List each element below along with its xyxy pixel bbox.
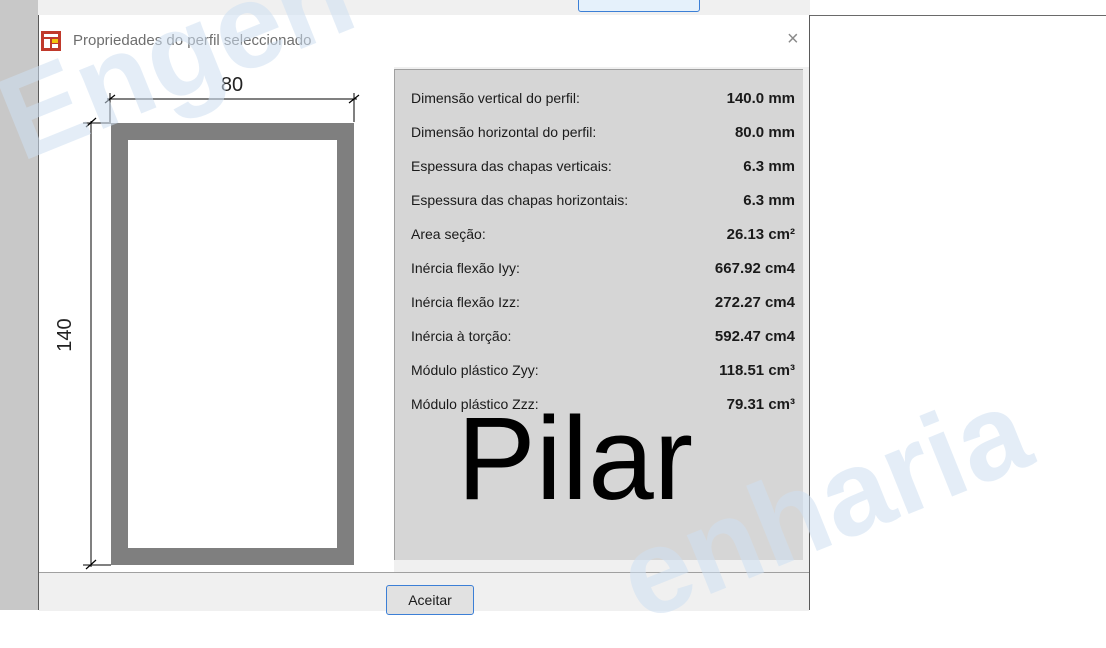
- prop-value: 118.51 cm³: [719, 362, 795, 379]
- background-top-bar: [38, 0, 810, 16]
- prop-value: 26.13 cm²: [726, 226, 795, 243]
- prop-label: Inércia flexão Iyy:: [411, 260, 520, 276]
- background-top-button[interactable]: [578, 0, 700, 12]
- profile-drawing-area: 80 140: [39, 67, 394, 572]
- properties-panel: Dimensão vertical do perfil: 140.0 mm Di…: [394, 69, 803, 560]
- element-type-label: Pilar: [457, 393, 694, 525]
- height-dimension-label: 140: [54, 318, 76, 351]
- prop-row-torsion-inertia: Inércia à torção: 592.47 cm4: [411, 328, 795, 348]
- prop-value: 6.3 mm: [743, 158, 795, 175]
- prop-value: 140.0 mm: [726, 90, 795, 107]
- background-top-right: [810, 0, 1106, 16]
- prop-row-inertia-izz: Inércia flexão Izz: 272.27 cm4: [411, 294, 795, 314]
- prop-label: Espessura das chapas horizontais:: [411, 192, 629, 208]
- accept-button[interactable]: Aceitar: [386, 585, 474, 615]
- prop-label: Inércia à torção:: [411, 328, 512, 344]
- dialog-titlebar: Propriedades do perfil seleccionado ×: [39, 15, 809, 67]
- prop-label: Dimensão horizontal do perfil:: [411, 124, 597, 140]
- prop-row-horizontal-plate-thickness: Espessura das chapas horizontais: 6.3 mm: [411, 192, 795, 212]
- prop-row-horizontal-dimension: Dimensão horizontal do perfil: 80.0 mm: [411, 124, 795, 144]
- prop-row-vertical-plate-thickness: Espessura das chapas verticais: 6.3 mm: [411, 158, 795, 178]
- prop-value: 592.47 cm4: [714, 328, 795, 345]
- profile-inner-void: [128, 140, 337, 548]
- prop-label: Espessura das chapas verticais:: [411, 158, 612, 174]
- dialog-footer: Aceitar: [39, 572, 809, 615]
- prop-value: 79.31 cm³: [726, 396, 795, 413]
- app-icon: [41, 31, 61, 51]
- prop-value: 272.27 cm4: [714, 294, 795, 311]
- prop-value: 667.92 cm4: [714, 260, 795, 277]
- prop-label: Módulo plástico Zyy:: [411, 362, 539, 378]
- prop-row-plastic-modulus-zyy: Módulo plástico Zyy: 118.51 cm³: [411, 362, 795, 382]
- close-icon[interactable]: ×: [787, 29, 799, 49]
- profile-section-drawing: 80 140: [54, 74, 360, 570]
- prop-label: Inércia flexão Izz:: [411, 294, 520, 310]
- background-left-strip: [0, 0, 38, 610]
- profile-properties-dialog: Propriedades do perfil seleccionado × 80…: [38, 15, 810, 615]
- prop-row-inertia-iyy: Inércia flexão Iyy: 667.92 cm4: [411, 260, 795, 280]
- prop-row-section-area: Area seção: 26.13 cm²: [411, 226, 795, 246]
- prop-value: 80.0 mm: [734, 124, 795, 141]
- width-dimension-label: 80: [221, 74, 243, 96]
- prop-value: 6.3 mm: [743, 192, 795, 209]
- prop-label: Area seção:: [411, 226, 486, 242]
- prop-label: Dimensão vertical do perfil:: [411, 90, 580, 106]
- dialog-title: Propriedades do perfil seleccionado: [73, 32, 312, 49]
- prop-row-vertical-dimension: Dimensão vertical do perfil: 140.0 mm: [411, 90, 795, 110]
